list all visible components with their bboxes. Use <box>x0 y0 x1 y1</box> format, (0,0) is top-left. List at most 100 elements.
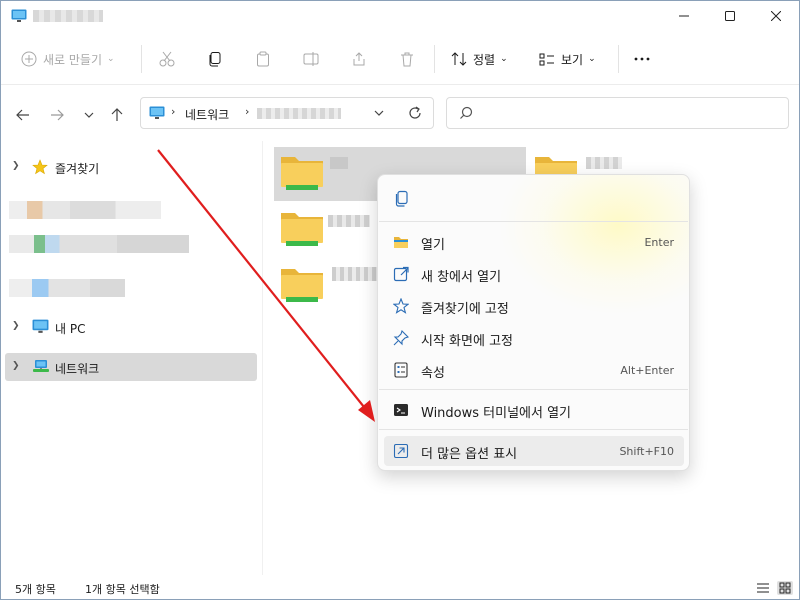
menu-item-label: 즐겨찾기에 고정 <box>421 302 509 317</box>
copy-icon <box>209 52 221 67</box>
chevron-down-icon[interactable] <box>373 107 385 119</box>
chevron-right-icon[interactable]: ❯ <box>12 361 20 371</box>
file-name-redacted[interactable] <box>330 157 348 169</box>
sidebar-item-favorites[interactable]: ❯ 즐겨찾기 <box>5 153 257 181</box>
menu-item-properties[interactable]: 속성 Alt+Enter <box>384 355 684 385</box>
view-button[interactable]: 보기 ⌄ <box>539 45 596 73</box>
plus-circle-icon <box>21 51 37 67</box>
file-name-redacted[interactable] <box>586 157 622 169</box>
chevron-down-icon: ⌄ <box>588 54 596 64</box>
forward-button[interactable] <box>45 101 69 129</box>
sidebar-label-favorites: 즐겨찾기 <box>55 162 100 176</box>
menu-item-shortcut: Enter <box>644 236 674 249</box>
favorite-item-redacted[interactable] <box>9 235 189 253</box>
menu-item-label: 더 많은 옵션 표시 <box>421 447 518 462</box>
more-button[interactable] <box>633 45 651 73</box>
more-dots-icon <box>634 57 650 61</box>
refresh-icon[interactable] <box>407 105 423 121</box>
favorite-item-redacted[interactable] <box>9 201 161 219</box>
menu-item-shortcut: Shift+F10 <box>619 445 674 458</box>
sidebar-item-this-pc[interactable]: ❯ 내 PC <box>5 313 257 341</box>
chevron-right-icon: › <box>171 105 176 118</box>
minimize-icon <box>679 15 689 17</box>
delete-button[interactable] <box>399 45 415 73</box>
details-view-icon[interactable] <box>755 581 771 595</box>
sidebar-label-this-pc: 내 PC <box>55 322 86 336</box>
menu-item-open[interactable]: 열기 Enter <box>384 227 684 257</box>
pc-icon <box>11 9 27 22</box>
menu-item-label: 열기 <box>421 238 445 253</box>
copy-icon[interactable] <box>393 190 411 208</box>
menu-item-open-terminal[interactable]: Windows 터미널에서 열기 <box>384 395 684 425</box>
sort-icon <box>451 52 467 66</box>
rename-button[interactable] <box>303 45 319 73</box>
toolbar-separator <box>618 45 619 73</box>
menu-item-label: Windows 터미널에서 열기 <box>421 406 572 421</box>
trash-icon <box>401 52 413 67</box>
breadcrumb-redacted[interactable] <box>257 108 341 119</box>
copy-button[interactable] <box>207 45 223 73</box>
tiles-view-button[interactable] <box>777 581 793 595</box>
file-explorer-window: 새로 만들기 ⌄ 정렬 ⌄ 보기 ⌄ › 네트워크 › ❯ 즐겨찾기 ❯ 내 P… <box>0 0 800 600</box>
new-window-icon <box>393 266 409 282</box>
chevron-right-icon[interactable]: ❯ <box>12 321 20 331</box>
terminal-icon <box>394 404 408 416</box>
pc-icon <box>32 319 49 333</box>
breadcrumb-network[interactable]: 네트워크 <box>185 106 229 123</box>
sidebar-item-network[interactable]: ❯ 네트워크 <box>5 353 257 381</box>
pin-icon <box>393 330 409 346</box>
chevron-down-icon <box>84 112 94 118</box>
up-button[interactable] <box>105 101 129 129</box>
close-icon <box>771 11 781 21</box>
network-folder-icon[interactable] <box>280 265 324 303</box>
command-bar: 새로 만들기 ⌄ 정렬 ⌄ 보기 ⌄ <box>1 33 799 85</box>
address-bar[interactable]: › 네트워크 › <box>140 97 434 129</box>
network-folder-icon[interactable] <box>280 209 324 247</box>
recent-locations-button[interactable] <box>77 101 101 129</box>
tiles-view-icon <box>779 582 791 594</box>
menu-separator <box>379 389 688 390</box>
arrow-right-icon <box>51 109 64 121</box>
cut-button[interactable] <box>159 45 175 73</box>
network-icon <box>33 360 49 372</box>
file-name-redacted[interactable] <box>328 215 370 227</box>
window-title-redacted <box>33 10 103 22</box>
menu-item-label: 속성 <box>421 366 445 381</box>
search-icon <box>460 106 473 119</box>
chevron-right-icon[interactable]: ❯ <box>12 161 20 171</box>
maximize-button[interactable] <box>707 1 753 31</box>
pc-icon <box>149 106 165 119</box>
view-label: 보기 <box>561 52 584 67</box>
menu-item-label: 새 창에서 열기 <box>421 270 502 285</box>
network-folder-icon[interactable] <box>280 153 324 191</box>
back-button[interactable] <box>11 101 35 129</box>
menu-item-open-new-window[interactable]: 새 창에서 열기 <box>384 259 684 289</box>
search-input[interactable] <box>446 97 789 129</box>
close-button[interactable] <box>753 1 799 31</box>
share-button[interactable] <box>351 45 367 73</box>
paste-button[interactable] <box>255 45 271 73</box>
folder-open-icon <box>394 237 408 248</box>
properties-icon <box>394 362 408 378</box>
context-menu: 열기 Enter 새 창에서 열기 즐겨찾기에 고정 시작 화면에 고정 속성 … <box>377 174 690 471</box>
new-button-label: 새로 만들기 <box>43 52 103 67</box>
sort-label: 정렬 <box>473 52 496 67</box>
status-bar: 5개 항목 1개 항목 선택함 <box>1 575 799 599</box>
status-item-count: 5개 항목 <box>15 583 56 596</box>
rename-icon <box>303 52 319 66</box>
navigation-pane: ❯ 즐겨찾기 ❯ 내 PC ❯ 네트워크 <box>1 141 263 575</box>
status-selected-count: 1개 항목 선택함 <box>85 583 160 596</box>
menu-item-shortcut: Alt+Enter <box>620 364 674 377</box>
menu-item-pin-favorites[interactable]: 즐겨찾기에 고정 <box>384 291 684 321</box>
toolbar-separator <box>141 45 142 73</box>
menu-item-show-more-options[interactable]: 더 많은 옵션 표시 Shift+F10 <box>384 436 684 466</box>
favorite-item-redacted[interactable] <box>9 279 125 297</box>
menu-item-pin-start[interactable]: 시작 화면에 고정 <box>384 323 684 353</box>
minimize-button[interactable] <box>661 1 707 31</box>
scissors-icon <box>159 51 175 67</box>
sort-button[interactable]: 정렬 ⌄ <box>451 45 508 73</box>
more-options-icon <box>393 443 409 459</box>
new-button[interactable]: 새로 만들기 ⌄ <box>21 45 115 73</box>
file-name-redacted[interactable] <box>332 267 378 281</box>
chevron-down-icon: ⌄ <box>107 54 115 64</box>
